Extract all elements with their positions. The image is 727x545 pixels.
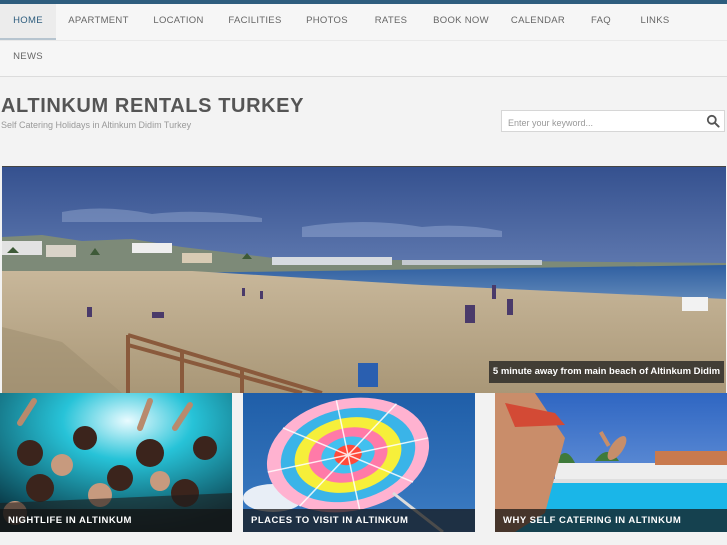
tile-places-to-visit[interactable]: PLACES TO VISIT IN ALTINKUM: [243, 393, 475, 532]
nav-item-faq[interactable]: FAQ: [576, 4, 626, 40]
site-tagline: Self Catering Holidays in Altinkum Didim…: [1, 120, 192, 130]
nav-item-links[interactable]: LINKS: [626, 4, 684, 40]
hero-slider[interactable]: 5 minute away from main beach of Altinku…: [2, 166, 726, 393]
site-header: ALTINKUM RENTALS TURKEY Self Catering Ho…: [0, 77, 727, 166]
site-title[interactable]: ALTINKUM RENTALS TURKEY: [1, 95, 304, 118]
main-navigation: HOME APARTMENT LOCATION FACILITIES PHOTO…: [0, 4, 727, 77]
nav-item-apartment[interactable]: APARTMENT: [56, 4, 141, 40]
nav-item-book-now[interactable]: BOOK NOW: [422, 4, 500, 40]
nav-item-news[interactable]: NEWS: [0, 40, 56, 76]
tile-label-nightlife: NIGHTLIFE IN ALTINKUM: [0, 509, 232, 532]
tile-label-why-self-catering: WHY SELF CATERING IN ALTINKUM: [495, 509, 727, 532]
nav-item-location[interactable]: LOCATION: [141, 4, 216, 40]
tile-label-places-to-visit: PLACES TO VISIT IN ALTINKUM: [243, 509, 475, 532]
nav-item-rates[interactable]: RATES: [360, 4, 422, 40]
search-input[interactable]: [506, 113, 700, 132]
search-icon[interactable]: [706, 114, 720, 128]
hero-caption: 5 minute away from main beach of Altinku…: [489, 361, 724, 383]
nav-item-calendar[interactable]: CALENDAR: [500, 4, 576, 40]
search-box: [501, 110, 725, 132]
nav-row-primary: HOME APARTMENT LOCATION FACILITIES PHOTO…: [0, 4, 727, 41]
tile-why-self-catering[interactable]: WHY SELF CATERING IN ALTINKUM: [495, 393, 727, 532]
nav-item-home[interactable]: HOME: [0, 4, 56, 40]
nav-item-facilities[interactable]: FACILITIES: [216, 4, 294, 40]
tile-nightlife[interactable]: NIGHTLIFE IN ALTINKUM: [0, 393, 232, 532]
nav-item-photos[interactable]: PHOTOS: [294, 4, 360, 40]
beach-photo: [2, 167, 726, 393]
